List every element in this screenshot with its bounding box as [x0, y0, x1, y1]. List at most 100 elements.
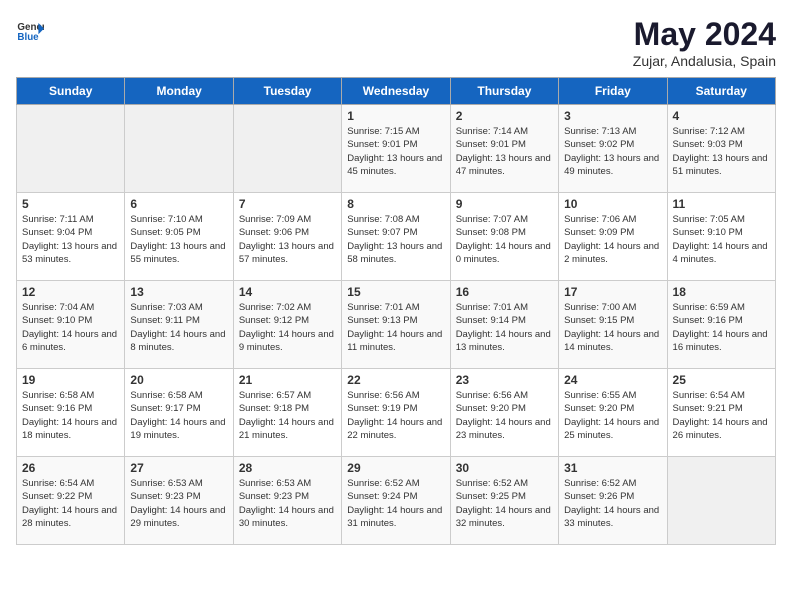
day-number: 16 [456, 285, 553, 299]
table-row: 7 Sunrise: 7:09 AMSunset: 9:06 PMDaylight… [233, 193, 341, 281]
day-number: 28 [239, 461, 336, 475]
day-number: 13 [130, 285, 227, 299]
day-number: 19 [22, 373, 119, 387]
weekday-header-row: Sunday Monday Tuesday Wednesday Thursday… [17, 78, 776, 105]
table-row [667, 457, 775, 545]
day-info: Sunrise: 6:52 AMSunset: 9:26 PMDaylight:… [564, 477, 661, 530]
day-info: Sunrise: 7:15 AMSunset: 9:01 PMDaylight:… [347, 125, 444, 178]
table-row: 26Sunrise: 6:54 AMSunset: 9:22 PMDayligh… [17, 457, 125, 545]
calendar-week-row: 19 Sunrise: 6:58 AMSunset: 9:16 PMDayligh… [17, 369, 776, 457]
day-number: 22 [347, 373, 444, 387]
day-info: Sunrise: 7:07 AMSunset: 9:08 PMDaylight:… [456, 213, 553, 266]
day-info: Sunrise: 6:56 AMSunset: 9:19 PMDaylight:… [347, 389, 444, 442]
day-info: Sunrise: 7:01 AMSunset: 9:14 PMDaylight:… [456, 301, 553, 354]
day-info: Sunrise: 6:52 AMSunset: 9:25 PMDaylight:… [456, 477, 553, 530]
day-info: Sunrise: 7:12 AMSunset: 9:03 PMDaylight:… [673, 125, 770, 178]
table-row: 4 Sunrise: 7:12 AMSunset: 9:03 PMDaylight… [667, 105, 775, 193]
day-number: 23 [456, 373, 553, 387]
day-info: Sunrise: 7:08 AMSunset: 9:07 PMDaylight:… [347, 213, 444, 266]
day-number: 20 [130, 373, 227, 387]
day-info: Sunrise: 7:14 AMSunset: 9:01 PMDaylight:… [456, 125, 553, 178]
table-row: 12 Sunrise: 7:04 AMSunset: 9:10 PMDayligh… [17, 281, 125, 369]
table-row: 14 Sunrise: 7:02 AMSunset: 9:12 PMDayligh… [233, 281, 341, 369]
day-info: Sunrise: 7:02 AMSunset: 9:12 PMDaylight:… [239, 301, 336, 354]
title-block: May 2024 Zujar, Andalusia, Spain [633, 16, 776, 69]
day-info: Sunrise: 7:11 AMSunset: 9:04 PMDaylight:… [22, 213, 119, 266]
table-row: 27 Sunrise: 6:53 AMSunset: 9:23 PMDayligh… [125, 457, 233, 545]
calendar-table: Sunday Monday Tuesday Wednesday Thursday… [16, 77, 776, 545]
col-tuesday: Tuesday [233, 78, 341, 105]
table-row: 16 Sunrise: 7:01 AMSunset: 9:14 PMDayligh… [450, 281, 558, 369]
table-row: 11Sunrise: 7:05 AMSunset: 9:10 PMDayligh… [667, 193, 775, 281]
logo-icon: General Blue [16, 16, 44, 44]
logo: General Blue [16, 16, 46, 44]
day-number: 12 [22, 285, 119, 299]
calendar-week-row: 26Sunrise: 6:54 AMSunset: 9:22 PMDayligh… [17, 457, 776, 545]
col-wednesday: Wednesday [342, 78, 450, 105]
day-number: 17 [564, 285, 661, 299]
table-row: 10Sunrise: 7:06 AMSunset: 9:09 PMDayligh… [559, 193, 667, 281]
day-number: 6 [130, 197, 227, 211]
col-saturday: Saturday [667, 78, 775, 105]
day-number: 9 [456, 197, 553, 211]
day-info: Sunrise: 6:58 AMSunset: 9:16 PMDaylight:… [22, 389, 119, 442]
day-number: 21 [239, 373, 336, 387]
day-number: 8 [347, 197, 444, 211]
day-number: 30 [456, 461, 553, 475]
page-header: General Blue May 2024 Zujar, Andalusia, … [16, 16, 776, 69]
table-row: 18Sunrise: 6:59 AMSunset: 9:16 PMDayligh… [667, 281, 775, 369]
calendar-week-row: 12 Sunrise: 7:04 AMSunset: 9:10 PMDayligh… [17, 281, 776, 369]
calendar-week-row: 1Sunrise: 7:15 AMSunset: 9:01 PMDaylight… [17, 105, 776, 193]
day-number: 27 [130, 461, 227, 475]
table-row [125, 105, 233, 193]
day-info: Sunrise: 7:00 AMSunset: 9:15 PMDaylight:… [564, 301, 661, 354]
day-number: 24 [564, 373, 661, 387]
table-row: 17 Sunrise: 7:00 AMSunset: 9:15 PMDayligh… [559, 281, 667, 369]
day-info: Sunrise: 7:09 AMSunset: 9:06 PMDaylight:… [239, 213, 336, 266]
col-sunday: Sunday [17, 78, 125, 105]
calendar-week-row: 5Sunrise: 7:11 AMSunset: 9:04 PMDaylight… [17, 193, 776, 281]
col-monday: Monday [125, 78, 233, 105]
table-row: 15 Sunrise: 7:01 AMSunset: 9:13 PMDayligh… [342, 281, 450, 369]
day-number: 2 [456, 109, 553, 123]
table-row: 2 Sunrise: 7:14 AMSunset: 9:01 PMDaylight… [450, 105, 558, 193]
table-row: 20 Sunrise: 6:58 AMSunset: 9:17 PMDayligh… [125, 369, 233, 457]
day-number: 4 [673, 109, 770, 123]
subtitle: Zujar, Andalusia, Spain [633, 53, 776, 69]
table-row: 13 Sunrise: 7:03 AMSunset: 9:11 PMDayligh… [125, 281, 233, 369]
day-info: Sunrise: 7:01 AMSunset: 9:13 PMDaylight:… [347, 301, 444, 354]
table-row: 3Sunrise: 7:13 AMSunset: 9:02 PMDaylight… [559, 105, 667, 193]
main-title: May 2024 [633, 16, 776, 53]
col-thursday: Thursday [450, 78, 558, 105]
day-info: Sunrise: 6:58 AMSunset: 9:17 PMDaylight:… [130, 389, 227, 442]
day-info: Sunrise: 6:54 AMSunset: 9:22 PMDaylight:… [22, 477, 119, 530]
day-number: 31 [564, 461, 661, 475]
day-number: 25 [673, 373, 770, 387]
day-info: Sunrise: 7:03 AMSunset: 9:11 PMDaylight:… [130, 301, 227, 354]
day-number: 18 [673, 285, 770, 299]
day-info: Sunrise: 6:53 AMSunset: 9:23 PMDaylight:… [130, 477, 227, 530]
day-info: Sunrise: 7:06 AMSunset: 9:09 PMDaylight:… [564, 213, 661, 266]
day-number: 7 [239, 197, 336, 211]
day-number: 29 [347, 461, 444, 475]
day-number: 11 [673, 197, 770, 211]
table-row: 1Sunrise: 7:15 AMSunset: 9:01 PMDaylight… [342, 105, 450, 193]
day-info: Sunrise: 6:53 AMSunset: 9:23 PMDaylight:… [239, 477, 336, 530]
table-row: 25Sunrise: 6:54 AMSunset: 9:21 PMDayligh… [667, 369, 775, 457]
table-row: 28 Sunrise: 6:53 AMSunset: 9:23 PMDayligh… [233, 457, 341, 545]
table-row: 24 Sunrise: 6:55 AMSunset: 9:20 PMDayligh… [559, 369, 667, 457]
day-info: Sunrise: 6:52 AMSunset: 9:24 PMDaylight:… [347, 477, 444, 530]
table-row: 22 Sunrise: 6:56 AMSunset: 9:19 PMDayligh… [342, 369, 450, 457]
table-row: 8 Sunrise: 7:08 AMSunset: 9:07 PMDaylight… [342, 193, 450, 281]
svg-text:Blue: Blue [17, 32, 39, 43]
table-row: 5Sunrise: 7:11 AMSunset: 9:04 PMDaylight… [17, 193, 125, 281]
day-number: 14 [239, 285, 336, 299]
day-number: 15 [347, 285, 444, 299]
day-info: Sunrise: 6:55 AMSunset: 9:20 PMDaylight:… [564, 389, 661, 442]
table-row: 31 Sunrise: 6:52 AMSunset: 9:26 PMDayligh… [559, 457, 667, 545]
table-row: 19 Sunrise: 6:58 AMSunset: 9:16 PMDayligh… [17, 369, 125, 457]
table-row: 9 Sunrise: 7:07 AMSunset: 9:08 PMDaylight… [450, 193, 558, 281]
day-info: Sunrise: 7:04 AMSunset: 9:10 PMDaylight:… [22, 301, 119, 354]
col-friday: Friday [559, 78, 667, 105]
table-row: 30 Sunrise: 6:52 AMSunset: 9:25 PMDayligh… [450, 457, 558, 545]
